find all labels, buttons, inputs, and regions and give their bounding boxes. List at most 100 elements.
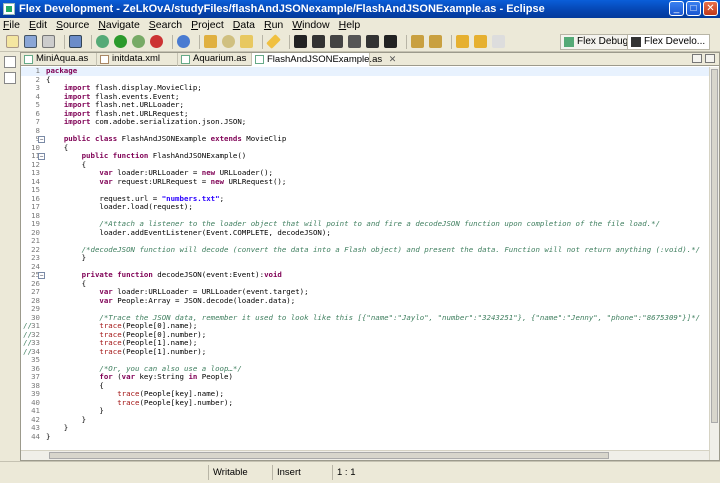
code-line[interactable]: 40 trace(People[key].number);: [21, 398, 709, 408]
menu-project[interactable]: Project: [191, 19, 224, 31]
menu-navigate[interactable]: Navigate: [98, 19, 139, 31]
fold-toggle-icon[interactable]: −: [38, 272, 45, 279]
flex-app-icon: [3, 3, 15, 15]
menu-window[interactable]: Window: [292, 19, 329, 31]
perspective-label: Flex Develo...: [644, 36, 706, 47]
indent-icon[interactable]: [348, 35, 361, 48]
code-editor[interactable]: 1 package 2{3 import flash.display.MovieCl…: [21, 67, 719, 460]
code-line[interactable]: 20 loader.addEventListener(Event.COMPLET…: [21, 227, 709, 238]
forward-disabled-icon[interactable]: [492, 35, 505, 48]
maximize-button[interactable]: □: [686, 1, 701, 16]
menu-edit[interactable]: Edit: [29, 19, 47, 31]
save-icon[interactable]: [24, 35, 37, 48]
open-folder-icon[interactable]: [240, 35, 253, 48]
prev-annotation-icon[interactable]: [429, 35, 442, 48]
search-icon[interactable]: [222, 35, 235, 48]
code-line[interactable]: 37 for (var key:String in People): [21, 372, 709, 382]
code-line[interactable]: //34 trace(People[1].number);: [21, 347, 709, 357]
status-insert-mode: Insert: [272, 465, 330, 480]
editor-area: MiniAqua.as initdata.xml Aquarium.as Fla…: [20, 52, 720, 461]
build-icon[interactable]: [69, 35, 82, 48]
back-arrow-icon[interactable]: [456, 35, 469, 48]
code-line[interactable]: 43 }: [21, 423, 709, 433]
code-line[interactable]: 22 /*decodeJSON function will decode (co…: [21, 245, 709, 255]
toolbar-separator: [289, 34, 290, 49]
tab-close-icon[interactable]: ✕: [389, 54, 397, 64]
restore-view-icon[interactable]: [4, 56, 16, 68]
forward-arrow-icon[interactable]: [474, 35, 487, 48]
code-line[interactable]: 17 loader.load(request);: [21, 202, 709, 212]
code-line[interactable]: 41 }: [21, 406, 709, 416]
debug-perspective-icon: [564, 37, 574, 47]
toolbar-separator: [91, 34, 92, 49]
menu-run[interactable]: Run: [264, 19, 283, 31]
profile-icon[interactable]: [132, 35, 145, 48]
code-line[interactable]: 25− private function decodeJSON(event:Ev…: [21, 270, 709, 280]
globe-icon[interactable]: [177, 35, 190, 48]
code-line[interactable]: 11− public function FlashAndJSONExample(…: [21, 151, 709, 161]
tab-miniaqua[interactable]: MiniAqua.as: [21, 53, 97, 66]
run-icon[interactable]: [114, 35, 127, 48]
external-tools-icon[interactable]: [150, 35, 163, 48]
menu-search[interactable]: Search: [149, 19, 182, 31]
toolbar-separator: [199, 34, 200, 49]
window-title: Flex Development - ZeLkOvA/studyFiles/fl…: [19, 3, 545, 15]
as-file-icon: [255, 55, 264, 64]
format-icon[interactable]: [312, 35, 325, 48]
status-writable: Writable: [208, 465, 270, 480]
code-text-content: loader.load(request);: [46, 202, 193, 211]
tab-flashandjsonexample[interactable]: FlashAndJSONExample.as ✕: [252, 53, 396, 66]
code-text-content: var request:URLRequest = new URLRequest(…: [99, 176, 287, 186]
code-line[interactable]: 9− public class FlashAndJSONExample exte…: [21, 134, 709, 144]
main-toolbar: Flex Debug... Flex Develo...: [0, 32, 720, 52]
fold-toggle-icon[interactable]: −: [38, 153, 45, 160]
open-type-icon[interactable]: [204, 35, 217, 48]
outdent-icon[interactable]: [366, 35, 379, 48]
outline-view-icon[interactable]: [4, 72, 16, 84]
code-line[interactable]: 14 var request:URLRequest = new URLReque…: [21, 176, 709, 187]
debug-icon[interactable]: [96, 35, 109, 48]
code-line[interactable]: 1 package: [21, 67, 709, 76]
menu-file[interactable]: File: [3, 19, 20, 31]
horizontal-scrollbar[interactable]: [21, 450, 709, 460]
toolbar-separator: [451, 34, 452, 49]
maximize-editor-icon[interactable]: [705, 54, 715, 63]
tab-initdata[interactable]: initdata.xml: [97, 53, 178, 66]
status-bar: Writable Insert 1 : 1: [0, 461, 720, 483]
code-text-content: import com.adobe.serialization.json.JSON…: [63, 117, 247, 126]
vertical-scrollbar[interactable]: [709, 67, 719, 460]
menu-source[interactable]: Source: [56, 19, 89, 31]
align-icon[interactable]: [330, 35, 343, 48]
code-text-content: package: [46, 67, 78, 75]
code-line[interactable]: 7 import com.adobe.serialization.json.JS…: [21, 117, 709, 127]
code-text-content: public class FlashAndJSONExample extends…: [63, 134, 287, 143]
minimize-editor-icon[interactable]: [692, 54, 702, 63]
new-file-icon[interactable]: [6, 35, 19, 48]
list-icon[interactable]: [384, 35, 397, 48]
scroll-thumb[interactable]: [711, 69, 718, 423]
close-button[interactable]: ✕: [703, 1, 718, 16]
menu-data[interactable]: Data: [233, 19, 255, 31]
code-line[interactable]: 23 }: [21, 253, 709, 263]
code-line[interactable]: 28 var People:Array = JSON.decode(loader…: [21, 296, 709, 306]
pencil-icon[interactable]: [266, 34, 281, 49]
xml-file-icon: [100, 55, 109, 64]
next-annotation-icon[interactable]: [411, 35, 424, 48]
left-trim-bar: [0, 52, 20, 461]
print-icon[interactable]: [42, 35, 55, 48]
editor-tabs: MiniAqua.as initdata.xml Aquarium.as Fla…: [21, 53, 719, 66]
tab-aquarium[interactable]: Aquarium.as: [178, 53, 252, 66]
code-text-content: loader.addEventListener(Event.COMPLETE, …: [46, 227, 331, 237]
toolbar-separator: [262, 34, 263, 49]
tab-label: MiniAqua.as: [36, 53, 89, 64]
perspective-flex-develop[interactable]: Flex Develo...: [627, 34, 711, 50]
bold-icon[interactable]: [294, 35, 307, 48]
menu-help[interactable]: Help: [339, 19, 361, 31]
code-text[interactable]: 1 package 2{3 import flash.display.MovieCl…: [21, 67, 709, 441]
fold-toggle-icon[interactable]: −: [38, 136, 45, 143]
minimize-button[interactable]: _: [669, 1, 684, 16]
code-line[interactable]: 42 }: [21, 415, 709, 425]
code-line[interactable]: 44}: [21, 432, 709, 442]
tab-label: initdata.xml: [112, 53, 161, 64]
scroll-thumb[interactable]: [49, 452, 609, 459]
